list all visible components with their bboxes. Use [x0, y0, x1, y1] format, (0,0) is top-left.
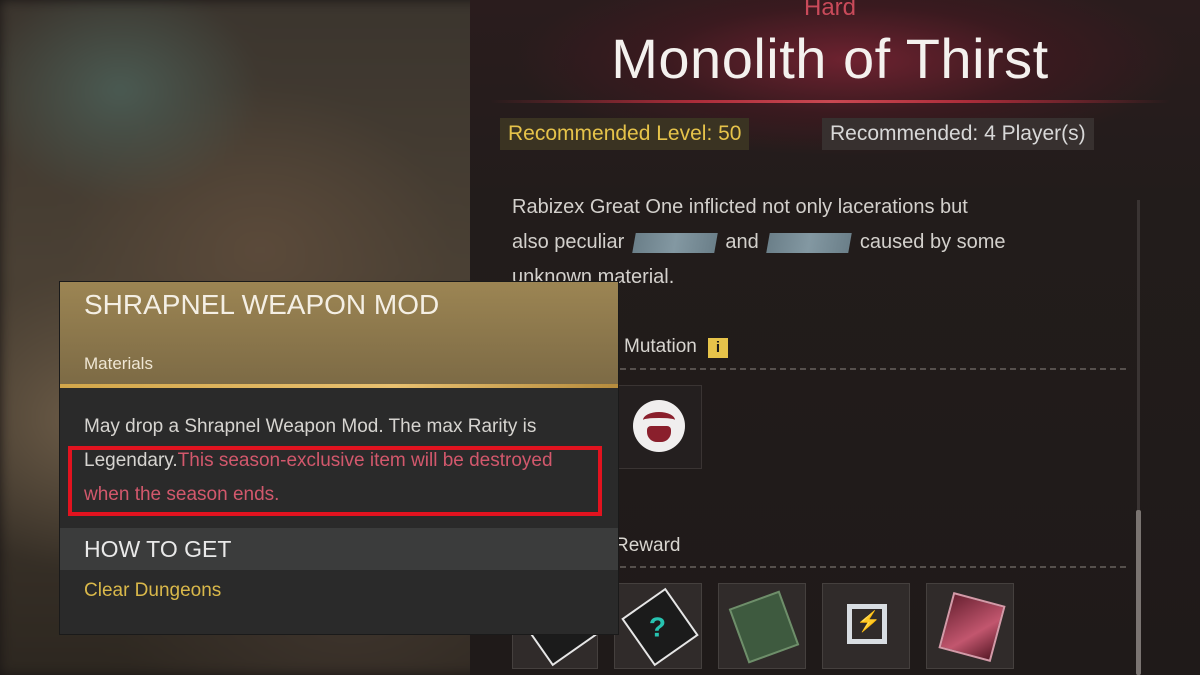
card-item-icon	[938, 592, 1006, 662]
difficulty-label: Hard	[803, 0, 857, 21]
item-tooltip: SHRAPNEL WEAPON MOD Materials May drop a…	[60, 282, 618, 634]
reward-slot[interactable]	[822, 583, 910, 669]
description-line-2: also peculiar and caused by some	[512, 225, 1112, 260]
circuit-chip-icon	[728, 590, 800, 664]
mystery-weapon-icon: ?	[621, 587, 699, 667]
description-line-1: Rabizex Great One inflicted not only lac…	[512, 196, 968, 218]
screaming-skull-icon	[633, 400, 685, 452]
redacted-word	[766, 232, 853, 253]
scrollbar-thumb[interactable]	[1136, 510, 1141, 675]
reward-label: Reward	[615, 535, 681, 556]
tooltip-header: SHRAPNEL WEAPON MOD Materials	[60, 282, 618, 386]
energy-frame-icon	[847, 604, 887, 644]
info-icon[interactable]: i	[708, 338, 728, 358]
recommended-level-badge: Recommended Level: 50	[500, 118, 750, 150]
how-to-get-header: HOW TO GET	[60, 528, 618, 570]
redacted-word	[632, 232, 718, 253]
tooltip-title: SHRAPNEL WEAPON MOD	[84, 289, 440, 320]
highlight-box	[68, 446, 602, 516]
reward-slot[interactable]	[718, 583, 806, 669]
mutation-slot[interactable]	[616, 385, 702, 469]
recommended-players-badge: Recommended: 4 Player(s)	[822, 118, 1094, 150]
title-glow	[490, 100, 1170, 103]
dungeon-description: Rabizex Great One inflicted not only lac…	[512, 190, 1112, 295]
dungeon-title: Monolith of Thirst	[611, 27, 1049, 90]
description-text: also peculiar	[512, 231, 625, 253]
reward-slot[interactable]: ?	[614, 583, 702, 669]
mutation-label: Mutation	[624, 336, 697, 357]
description-text: caused by some	[859, 231, 1006, 253]
tooltip-category: Materials	[84, 354, 153, 373]
reward-slot[interactable]	[926, 583, 1014, 669]
acquisition-source: Clear Dungeons	[84, 580, 222, 601]
tooltip-header-divider	[60, 384, 618, 388]
description-text: and	[725, 231, 759, 253]
